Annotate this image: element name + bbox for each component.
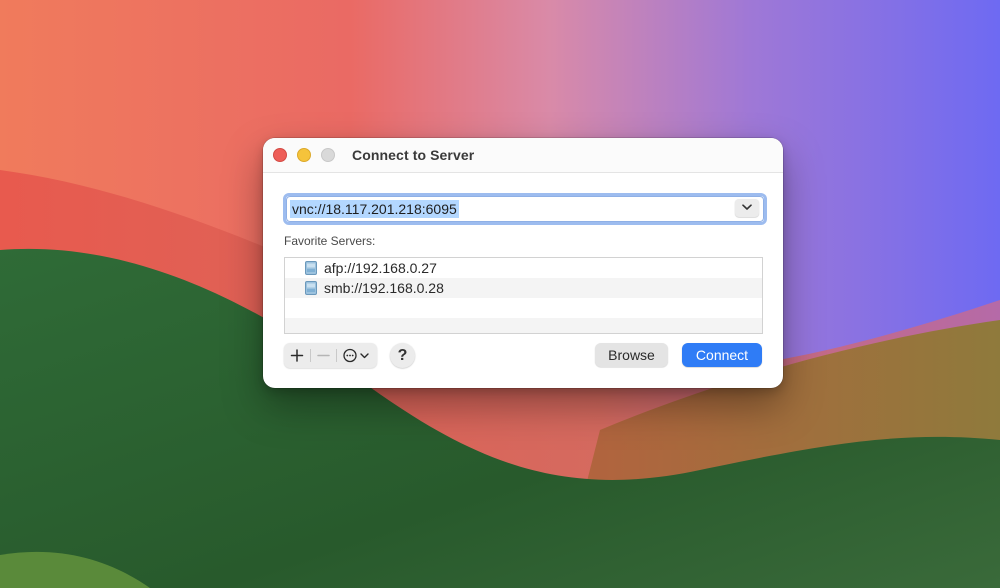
zoom-button [321,148,335,162]
favorite-servers-list[interactable]: afp://192.168.0.27 smb://192.168.0.28 [284,257,763,334]
browse-button[interactable]: Browse [595,343,668,367]
minus-icon [317,354,330,357]
window-title: Connect to Server [352,147,475,163]
title-bar: Connect to Server [263,138,783,173]
ellipsis-circle-icon [343,348,369,363]
chevron-down-icon [742,204,752,210]
server-icon [305,281,317,295]
list-item[interactable]: afp://192.168.0.27 [285,258,762,278]
add-server-button[interactable] [284,343,310,368]
empty-row [285,318,762,333]
favorite-servers-label: Favorite Servers: [284,234,376,248]
minimize-button[interactable] [297,148,311,162]
recent-servers-dropdown-button[interactable] [735,199,759,217]
help-button[interactable]: ? [390,343,415,368]
list-item[interactable]: smb://192.168.0.28 [285,278,762,298]
empty-row [285,298,762,318]
connect-to-server-window: Connect to Server vnc://18.117.201.218:6… [263,138,783,388]
connect-button[interactable]: Connect [682,343,762,367]
server-icon [305,261,317,275]
server-address-input[interactable]: vnc://18.117.201.218:6095 [290,200,459,218]
server-label: afp://192.168.0.27 [324,260,437,276]
remove-server-button[interactable] [311,343,336,368]
server-label: smb://192.168.0.28 [324,280,444,296]
more-actions-menu-button[interactable] [337,343,377,368]
server-list-actions [284,343,377,368]
plus-icon [290,349,304,362]
server-address-field[interactable]: vnc://18.117.201.218:6095 [283,193,767,225]
close-button[interactable] [273,148,287,162]
